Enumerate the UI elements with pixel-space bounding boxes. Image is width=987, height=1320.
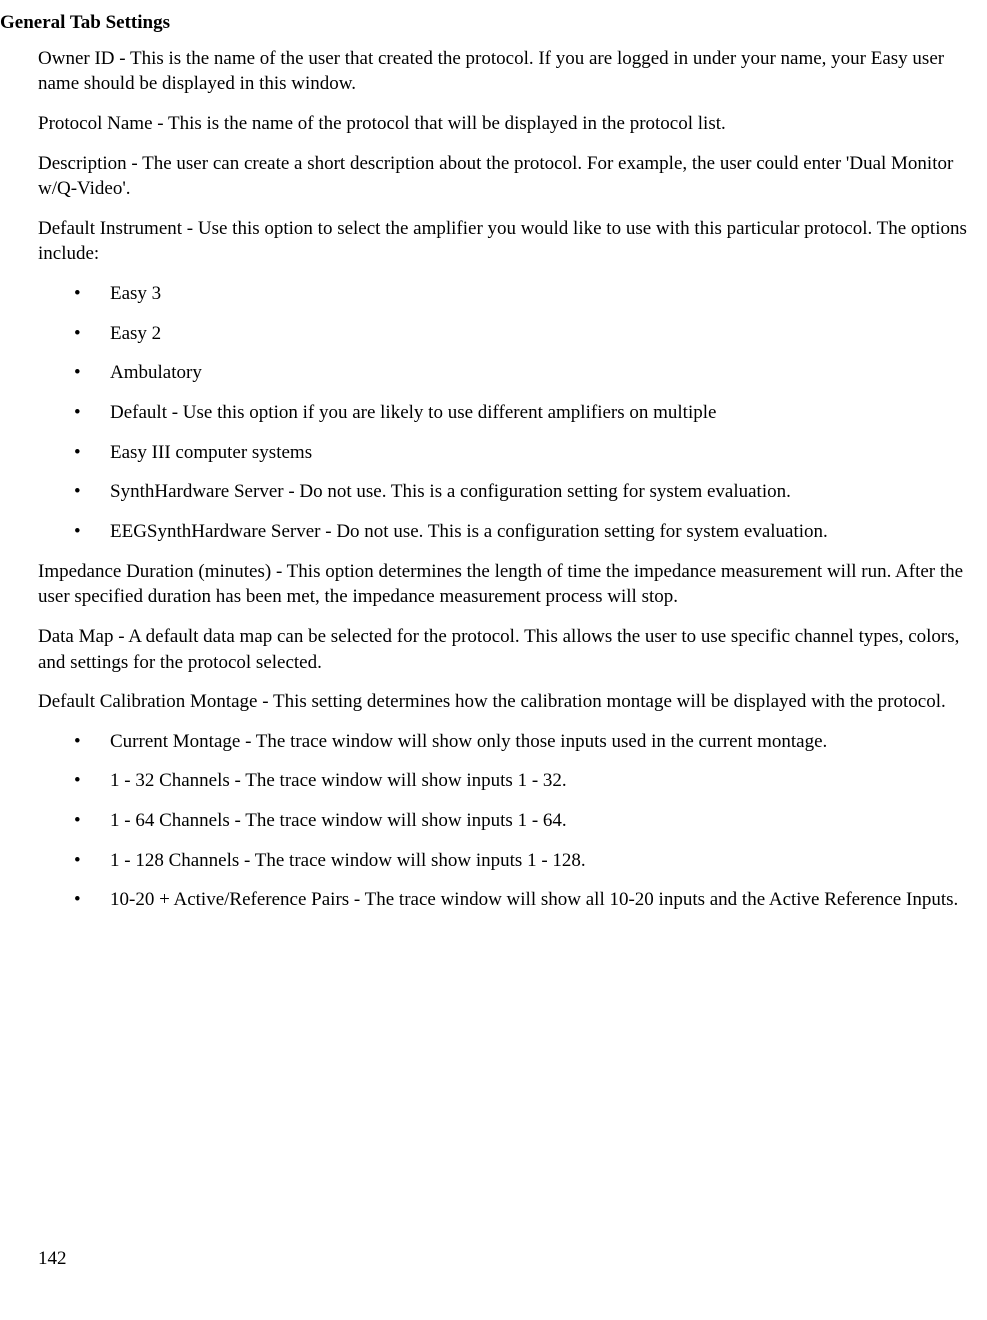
list-item: SynthHardware Server - Do not use. This … xyxy=(38,479,987,505)
paragraph-calibration: Default Calibration Montage - This setti… xyxy=(38,689,987,715)
page-number: 142 xyxy=(38,1246,67,1272)
list-item: Default - Use this option if you are lik… xyxy=(38,400,987,426)
calibration-list: Current Montage - The trace window will … xyxy=(38,729,987,913)
paragraph-data-map: Data Map - A default data map can be sel… xyxy=(38,624,987,675)
paragraph-description: Description - The user can create a shor… xyxy=(38,151,987,202)
list-item: Current Montage - The trace window will … xyxy=(38,729,987,755)
paragraph-default-instrument: Default Instrument - Use this option to … xyxy=(38,216,987,267)
list-item: Easy 3 xyxy=(38,281,987,307)
paragraph-impedance: Impedance Duration (minutes) - This opti… xyxy=(38,559,987,610)
list-item: 1 - 128 Channels - The trace window will… xyxy=(38,848,987,874)
list-item: Ambulatory xyxy=(38,360,987,386)
instrument-list: Easy 3 Easy 2 Ambulatory Default - Use t… xyxy=(38,281,987,544)
list-item: Easy III computer systems xyxy=(38,440,987,466)
list-item: EEGSynthHardware Server - Do not use. Th… xyxy=(38,519,987,545)
list-item: 1 - 64 Channels - The trace window will … xyxy=(38,808,987,834)
list-item: 1 - 32 Channels - The trace window will … xyxy=(38,768,987,794)
document-page: General Tab Settings Owner ID - This is … xyxy=(0,0,987,913)
paragraph-protocol-name: Protocol Name - This is the name of the … xyxy=(38,111,987,137)
section-heading: General Tab Settings xyxy=(0,10,987,36)
list-item: 10-20 + Active/Reference Pairs - The tra… xyxy=(38,887,987,913)
list-item: Easy 2 xyxy=(38,321,987,347)
paragraph-owner-id: Owner ID - This is the name of the user … xyxy=(38,46,987,97)
